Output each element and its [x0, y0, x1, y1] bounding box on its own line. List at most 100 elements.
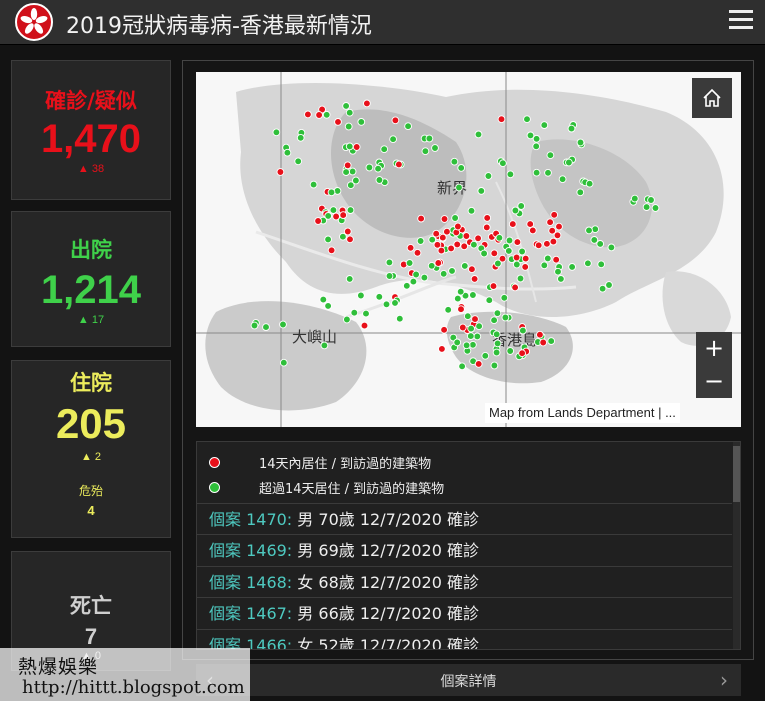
case-marker[interactable]: [279, 320, 287, 329]
case-row[interactable]: 個案 1466: 女 52歲 12/7/2020 確診: [197, 629, 732, 649]
case-marker[interactable]: [319, 295, 328, 304]
case-marker[interactable]: [279, 358, 288, 367]
case-marker[interactable]: [352, 176, 360, 185]
case-marker[interactable]: [450, 157, 459, 166]
case-marker[interactable]: [460, 242, 469, 251]
case-marker[interactable]: [346, 206, 355, 214]
map-home-button[interactable]: [692, 78, 732, 118]
case-marker[interactable]: [304, 110, 312, 119]
case-marker[interactable]: [543, 239, 551, 248]
case-marker[interactable]: [345, 108, 354, 117]
zoom-out-button[interactable]: −: [696, 365, 732, 398]
case-marker[interactable]: [357, 291, 365, 300]
case-marker[interactable]: [500, 293, 509, 302]
case-marker[interactable]: [493, 339, 502, 348]
case-marker[interactable]: [497, 115, 506, 124]
case-marker[interactable]: [462, 341, 471, 350]
case-marker[interactable]: [357, 118, 366, 126]
case-marker[interactable]: [568, 263, 576, 271]
map-canvas[interactable]: 新界 大嶼山 香港島: [196, 72, 741, 427]
case-marker[interactable]: [468, 265, 476, 274]
case-marker[interactable]: [416, 237, 425, 245]
case-marker[interactable]: [428, 235, 437, 244]
case-marker[interactable]: [457, 305, 465, 314]
case-marker[interactable]: [477, 187, 486, 195]
case-marker[interactable]: [647, 196, 655, 204]
case-marker[interactable]: [585, 226, 593, 235]
case-marker[interactable]: [528, 226, 537, 235]
case-marker[interactable]: [544, 168, 552, 177]
case-marker[interactable]: [322, 110, 331, 119]
case-marker[interactable]: [374, 164, 382, 173]
case-marker[interactable]: [339, 232, 347, 241]
case-marker[interactable]: [469, 340, 477, 349]
case-marker[interactable]: [492, 348, 501, 357]
case-marker[interactable]: [363, 99, 371, 108]
case-marker[interactable]: [470, 275, 479, 283]
case-marker[interactable]: [489, 282, 498, 290]
case-marker[interactable]: [490, 316, 498, 325]
case-marker[interactable]: [521, 263, 530, 271]
case-marker[interactable]: [439, 269, 448, 278]
case-marker[interactable]: [391, 299, 399, 307]
case-marker[interactable]: [480, 249, 488, 258]
case-marker[interactable]: [375, 292, 384, 301]
case-marker[interactable]: [385, 258, 394, 267]
map-attribution[interactable]: Map from Lands Department | ...: [485, 403, 680, 423]
case-marker[interactable]: [490, 249, 499, 258]
case-marker[interactable]: [343, 161, 352, 170]
case-marker[interactable]: [345, 142, 354, 151]
case-marker[interactable]: [492, 330, 501, 339]
case-marker[interactable]: [448, 267, 456, 275]
case-marker[interactable]: [485, 296, 494, 305]
case-marker[interactable]: [329, 206, 338, 214]
case-marker[interactable]: [518, 247, 526, 256]
case-marker[interactable]: [345, 275, 354, 283]
case-marker[interactable]: [532, 168, 541, 177]
case-marker[interactable]: [546, 218, 554, 227]
case-marker[interactable]: [473, 332, 482, 341]
case-marker[interactable]: [607, 243, 616, 252]
case-marker[interactable]: [534, 241, 543, 250]
case-marker[interactable]: [382, 300, 391, 309]
case-marker[interactable]: [567, 124, 576, 133]
case-marker[interactable]: [506, 347, 515, 355]
case-row[interactable]: 個案 1470: 男 70歲 12/7/2020 確診: [197, 503, 732, 535]
case-marker[interactable]: [431, 144, 439, 152]
case-marker[interactable]: [458, 362, 466, 371]
case-marker[interactable]: [539, 338, 548, 347]
case-marker[interactable]: [334, 118, 342, 126]
case-row[interactable]: 個案 1468: 女 68歲 12/7/2020 確診: [197, 566, 732, 598]
case-row[interactable]: 個案 1467: 男 66歲 12/7/2020 確診: [197, 597, 732, 629]
case-marker[interactable]: [344, 122, 353, 131]
case-marker[interactable]: [501, 313, 510, 322]
case-marker[interactable]: [339, 211, 348, 219]
case-marker[interactable]: [504, 247, 513, 255]
case-marker[interactable]: [447, 244, 455, 253]
case-marker[interactable]: [314, 217, 322, 225]
case-marker[interactable]: [385, 272, 394, 280]
case-marker[interactable]: [490, 361, 499, 370]
list-scrollbar-thumb[interactable]: [733, 446, 740, 502]
case-marker[interactable]: [324, 302, 332, 310]
case-marker[interactable]: [467, 324, 475, 333]
case-marker[interactable]: [543, 254, 552, 263]
case-marker[interactable]: [540, 121, 549, 129]
case-marker[interactable]: [554, 267, 562, 276]
case-marker[interactable]: [513, 238, 522, 246]
case-marker[interactable]: [276, 168, 285, 176]
case-marker[interactable]: [506, 170, 515, 179]
case-marker[interactable]: [456, 287, 465, 296]
case-marker[interactable]: [474, 360, 483, 368]
case-marker[interactable]: [466, 332, 475, 340]
case-marker[interactable]: [389, 135, 397, 144]
case-marker[interactable]: [521, 254, 530, 263]
case-marker[interactable]: [482, 223, 491, 232]
case-marker[interactable]: [467, 206, 476, 215]
case-marker[interactable]: [346, 235, 354, 244]
case-marker[interactable]: [320, 341, 329, 350]
case-marker[interactable]: [434, 259, 443, 267]
case-marker[interactable]: [427, 261, 436, 270]
case-marker[interactable]: [406, 243, 415, 252]
case-marker[interactable]: [438, 345, 446, 353]
